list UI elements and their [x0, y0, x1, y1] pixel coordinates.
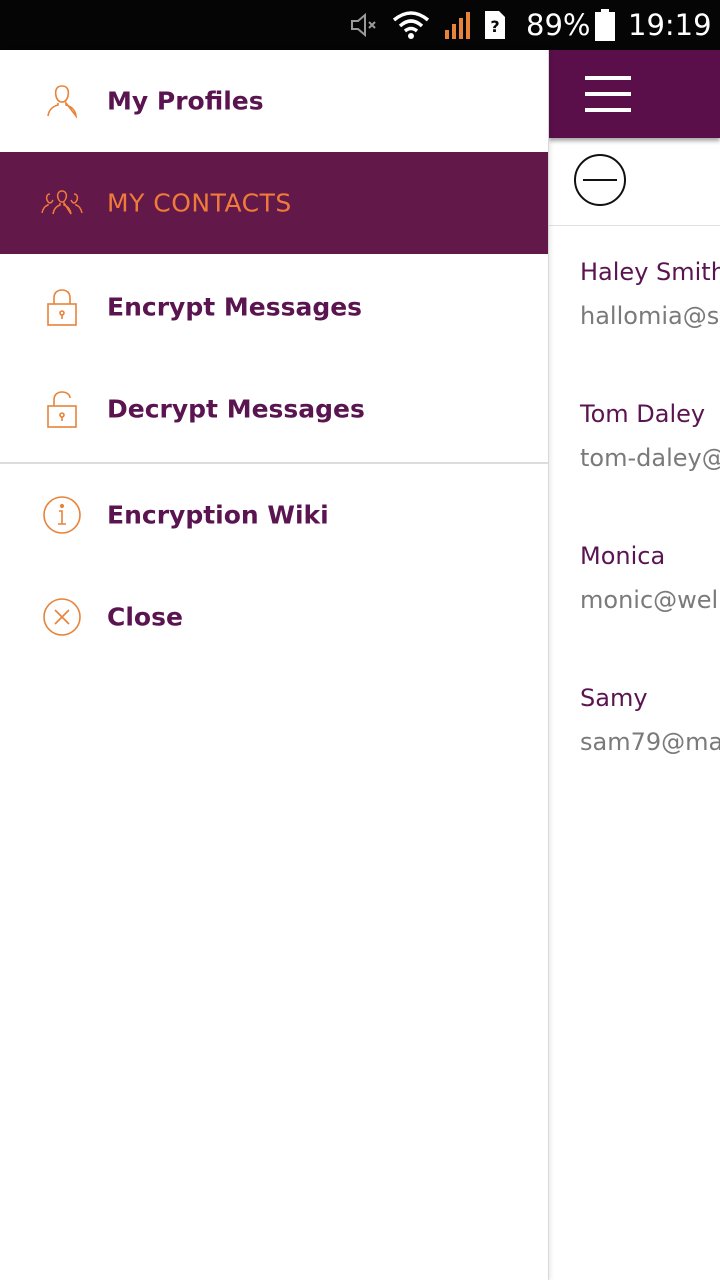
- battery-percent: 89%: [526, 8, 591, 42]
- unlock-icon: [40, 387, 84, 431]
- contact-email: hallomia@s: [580, 302, 720, 330]
- contacts-toolbar: [549, 138, 720, 226]
- drawer-item-label: My Profiles: [107, 86, 264, 116]
- menu-hamburger-icon[interactable]: [585, 76, 631, 112]
- sim-unknown-icon: ?: [484, 0, 510, 50]
- contact-name: Samy: [580, 684, 648, 712]
- wifi-icon: [392, 0, 432, 50]
- lock-icon: [40, 285, 84, 329]
- status-bar: ? 89% 19:19: [0, 0, 720, 50]
- contact-name: Haley Smith: [580, 258, 720, 286]
- clock-time: 19:19: [628, 8, 712, 42]
- navigation-drawer: My Profiles MY CONTACTS Encrypt Messages: [0, 50, 549, 1280]
- drawer-item-decrypt-messages[interactable]: Decrypt Messages: [0, 358, 548, 460]
- user-icon: [40, 79, 84, 123]
- drawer-item-encryption-wiki[interactable]: Encryption Wiki: [0, 464, 548, 566]
- drawer-item-close[interactable]: Close: [0, 566, 548, 668]
- contact-email: tom-daley@: [580, 444, 720, 472]
- info-icon: [40, 493, 84, 537]
- app-bar: [549, 50, 720, 138]
- close-icon: [40, 595, 84, 639]
- contacts-icon: [40, 181, 84, 225]
- drawer-item-label: MY CONTACTS: [107, 188, 292, 218]
- contact-item[interactable]: Samy sam79@ma: [580, 684, 720, 756]
- drawer-item-encrypt-messages[interactable]: Encrypt Messages: [0, 256, 548, 358]
- drawer-item-label: Close: [107, 602, 183, 632]
- contact-item[interactable]: Tom Daley tom-daley@: [580, 400, 720, 472]
- battery-icon: [594, 0, 618, 50]
- svg-text:?: ?: [490, 17, 499, 36]
- remove-contact-button[interactable]: [574, 154, 626, 206]
- contact-item[interactable]: Monica monic@wel: [580, 542, 720, 614]
- contact-name: Monica: [580, 542, 666, 570]
- contact-email: sam79@ma: [580, 728, 720, 756]
- contact-item[interactable]: Haley Smith hallomia@s: [580, 258, 720, 330]
- drawer-item-label: Decrypt Messages: [107, 394, 365, 424]
- drawer-item-label: Encryption Wiki: [107, 500, 329, 530]
- contacts-screen: Haley Smith hallomia@s Tom Daley tom-dal…: [549, 50, 720, 1280]
- contact-email: monic@wel: [580, 586, 719, 614]
- signal-icon: [444, 0, 474, 50]
- contact-name: Tom Daley: [580, 400, 706, 428]
- mute-icon: [348, 0, 382, 50]
- drawer-item-label: Encrypt Messages: [107, 292, 363, 322]
- drawer-item-my-contacts[interactable]: MY CONTACTS: [0, 152, 548, 254]
- drawer-item-my-profiles[interactable]: My Profiles: [0, 50, 548, 152]
